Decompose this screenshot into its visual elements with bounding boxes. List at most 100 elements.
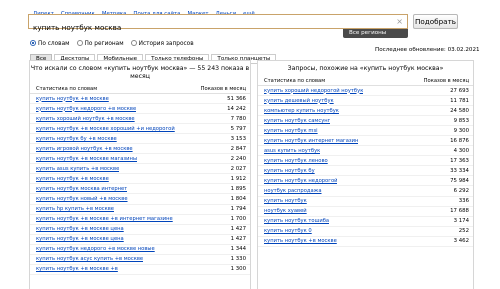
phrase-link[interactable]: купить хороший ноутбук +в москве: [36, 116, 135, 122]
phrase-link[interactable]: купить игровой ноутбук +в москве: [36, 146, 133, 152]
table-row: компьютер купить ноутбук 24 580: [258, 106, 473, 117]
impressions-count: 9 853: [453, 117, 469, 124]
table-row: купить ноутбук +в москве +в 1 300: [30, 265, 250, 275]
similar-queries-rows: купить хороший недорогой ноутбук 27 693 ку…: [258, 86, 473, 247]
impressions-count: 336: [458, 198, 469, 205]
table-row: купить ноутбук msi 9 300: [258, 126, 473, 137]
impressions-count: 3 462: [453, 238, 469, 245]
phrase-link[interactable]: купить ноутбук +в москве: [36, 176, 109, 182]
table-row: купить ноутбук недорогой 75 984: [258, 176, 473, 187]
regions-selector[interactable]: Все регионы: [343, 29, 408, 38]
impressions-count: 1 804: [230, 195, 246, 202]
impressions-count: 11 781: [450, 97, 469, 104]
impressions-count: 3 174: [453, 218, 469, 225]
table-row: купить ноутбук 0 252: [258, 227, 473, 237]
table-row: ноутбук хуавей 17 688: [258, 207, 473, 217]
impressions-count: 7 780: [230, 115, 246, 122]
device-tabs: Все Десктопы Мобильные Только телефоны Тольк…: [30, 45, 278, 64]
phrase-link[interactable]: купить asus купить +в москве: [36, 166, 119, 172]
impressions-count: 75 984: [450, 177, 469, 184]
table-row: купить хороший ноутбук +в москве 7 780: [30, 114, 250, 125]
impressions-count: 1 344: [230, 246, 246, 253]
phrase-link[interactable]: купить ноутбук бу: [264, 168, 315, 174]
phrase-link[interactable]: купить ноутбук недорого +в москве новые: [36, 246, 155, 252]
table-row: купить дешевый ноутбук 11 781: [258, 96, 473, 107]
table-row: купить хороший недорогой ноутбук 27 693: [258, 86, 473, 97]
table-row: купить ноутбук бу 33 334: [258, 166, 473, 177]
impressions-count: 2 027: [230, 165, 246, 172]
phrase-link[interactable]: купить ноутбук +в москве хороший +и недо…: [36, 126, 175, 132]
col-count-header: Показов в месяц: [200, 86, 246, 92]
phrase-link[interactable]: купить ноутбук 0: [264, 228, 312, 234]
impressions-count: 17 688: [450, 208, 469, 215]
phrase-link[interactable]: купить ноутбук +в москве: [264, 238, 337, 244]
impressions-count: 16 876: [450, 137, 469, 144]
phrase-link[interactable]: купить ноутбук недорого +в москве: [36, 106, 136, 112]
impressions-count: 1 794: [230, 206, 246, 213]
phrase-link[interactable]: купить hp купить +в москве: [36, 206, 114, 212]
table-row: купить ноутбук интернет магазин 16 876: [258, 136, 473, 147]
similar-queries-title: Запросы, похожие на «купить ноутбук моск…: [287, 65, 444, 72]
table-row: купить ноутбук +в москве цена 1 427: [30, 235, 250, 245]
impressions-count: 1 895: [230, 185, 246, 192]
phrase-link[interactable]: купить ноутбук недорогой: [264, 178, 337, 184]
table-row: купить ноутбук бу +в москве 3 153: [30, 134, 250, 145]
clear-icon[interactable]: ×: [396, 16, 403, 28]
search-mode-radios: По словам По регионам История запросов: [30, 30, 201, 47]
table-row: купить ноутбук 336: [258, 197, 473, 207]
phrase-link[interactable]: купить ноутбук тошиба: [264, 218, 329, 224]
phrase-link[interactable]: купить ноутбук +в москве +в интернет маг…: [36, 216, 173, 222]
impressions-count: 27 693: [450, 87, 469, 94]
phrase-link[interactable]: купить ноутбук +в москве: [36, 96, 109, 102]
phrase-link[interactable]: купить ноутбук +в москве цена: [36, 226, 124, 232]
table-row: купить ноутбук +в москве цена 1 427: [30, 225, 250, 235]
phrase-link[interactable]: купить ноутбук +в москве цена: [36, 236, 124, 242]
table-row: купить игровой ноутбук +в москве 2 847: [30, 144, 250, 155]
col-phrase-header: Статистика по словам: [264, 78, 326, 84]
phrase-link[interactable]: купить ноутбук: [264, 198, 307, 204]
impressions-count: 5 797: [230, 125, 246, 132]
table-row: ноутбук распродажа 6 292: [258, 186, 473, 197]
phrase-link[interactable]: купить ноутбук бу +в москве: [36, 136, 117, 142]
word-stats-header: Статистика по словам Показов в месяц: [30, 85, 250, 94]
table-row: купить ноутбук +в москве 51 366: [30, 94, 250, 105]
table-row: купить ноутбук недорого +в москве новые 1…: [30, 245, 250, 255]
table-row: купить ноутбук +в москве 1 912: [30, 174, 250, 185]
impressions-count: 51 366: [227, 95, 246, 102]
phrase-link[interactable]: купить хороший недорогой ноутбук: [264, 88, 363, 94]
table-row: купить ноутбук +в москве магазины 2 240: [30, 154, 250, 165]
word-stats-panel: Что искали со словом «купить ноутбук мос…: [29, 60, 251, 289]
phrase-link[interactable]: компьютер купить ноутбук: [264, 108, 339, 114]
impressions-count: 33 334: [450, 167, 469, 174]
phrase-link[interactable]: ноутбук хуавей: [264, 208, 307, 214]
impressions-count: 6 292: [453, 187, 469, 194]
impressions-count: 4 300: [453, 147, 469, 154]
impressions-count: 2 240: [230, 155, 246, 162]
search-box: ×: [28, 14, 408, 34]
word-stats-rows: купить ноутбук +в москве 51 366 купить ноу…: [30, 94, 250, 275]
phrase-link[interactable]: купить ноутбук +в москве магазины: [36, 156, 137, 162]
phrase-link[interactable]: купить ноутбук интернет магазин: [264, 138, 358, 144]
phrase-link[interactable]: купить ноутбук асус купить +в москве: [36, 256, 143, 262]
phrase-link[interactable]: ноутбук распродажа: [264, 188, 322, 194]
phrase-link[interactable]: asus купить ноутбук: [264, 148, 320, 154]
table-row: asus купить ноутбук 4 300: [258, 146, 473, 157]
phrase-link[interactable]: купить дешевый ноутбук: [264, 98, 334, 104]
phrase-link[interactable]: купить ноутбук москва интернет: [36, 186, 127, 192]
phrase-link[interactable]: купить ноутбук леново: [264, 158, 328, 164]
table-row: купить ноутбук +в москве хороший +и недо…: [30, 124, 250, 135]
impressions-count: 1 427: [230, 236, 246, 243]
search-button[interactable]: Подобрать: [413, 14, 458, 29]
table-row: купить asus купить +в москве 2 027: [30, 164, 250, 175]
table-row: купить ноутбук тошиба 3 174: [258, 217, 473, 227]
phrase-link[interactable]: купить ноутбук самсунг: [264, 118, 330, 124]
impressions-count: 9 300: [453, 127, 469, 134]
similar-queries-header: Статистика по словам Показов в месяц: [258, 77, 473, 86]
impressions-count: 14 242: [227, 105, 246, 112]
phrase-link[interactable]: купить ноутбук новый +в москве: [36, 196, 128, 202]
phrase-link[interactable]: купить ноутбук msi: [264, 128, 318, 134]
phrase-link[interactable]: купить ноутбук +в москве +в: [36, 266, 118, 272]
impressions-count: 2 847: [230, 145, 246, 152]
impressions-count: 24 580: [450, 107, 469, 114]
impressions-count: 1 300: [230, 266, 246, 273]
